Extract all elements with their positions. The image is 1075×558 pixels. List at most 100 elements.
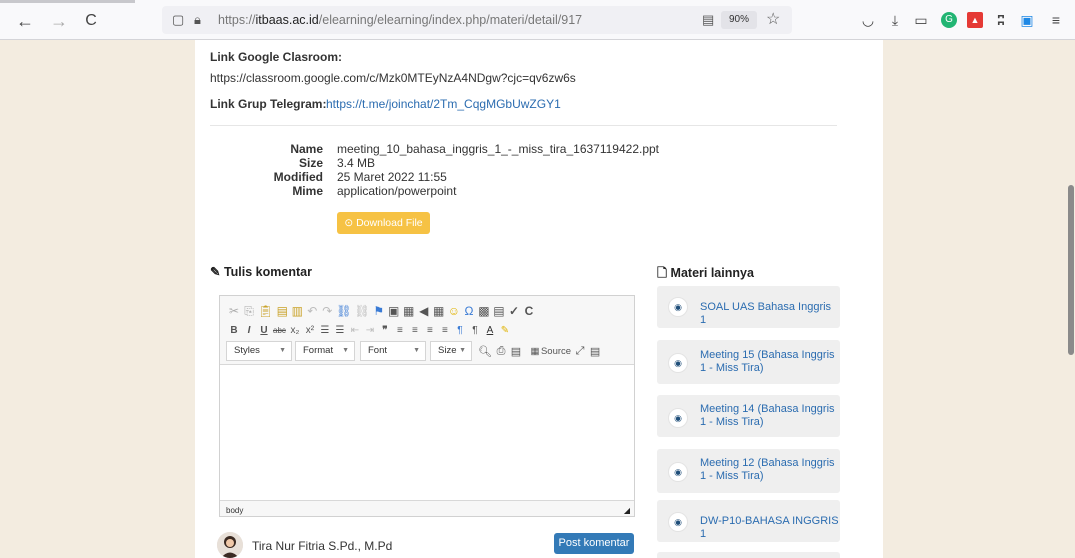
file-mime-key: Mime [292,184,323,198]
show-blocks-icon[interactable]: ▤ [589,345,601,358]
special-char-icon[interactable]: Ω [463,304,475,318]
materi-item[interactable]: ◉ Meeting 14 (Bahasa Inggris 1 - Miss Ti… [657,395,840,437]
bookmark-star-icon[interactable]: ☆ [766,9,780,29]
download-icon[interactable]: ⤓ [887,12,903,28]
classroom-url: https://classroom.google.com/c/Mzk0MTEyN… [210,71,576,85]
paste-word-icon[interactable]: ▥ [291,304,303,318]
address-bar[interactable]: ▢ 🔒︎ https://itbaas.ac.id/elearning/elea… [162,6,792,34]
back-button[interactable]: ← [14,10,36,32]
extension-blue-icon[interactable]: ▣ [1019,12,1035,28]
flash-icon[interactable]: ▦ [403,304,415,318]
reader-view-icon[interactable]: ▤ [702,12,714,28]
styles-dropdown[interactable]: Styles ▼ [226,341,292,361]
spellcheck-icon[interactable]: ✓ [508,304,520,318]
materi-item[interactable]: ◉ Meeting 15 (Bahasa Inggris 1 - Miss Ti… [657,340,840,384]
materi-section-title: 🗋︎ Materi lainnya [657,266,754,280]
zoom-badge[interactable]: 90% [721,11,757,29]
numbered-list-icon[interactable]: ☰ [319,325,331,336]
source-button[interactable]: ▦ Source [529,346,571,357]
text-color-icon[interactable]: A [484,325,496,336]
file-size-row: Size 3.4 MB [195,156,695,170]
paste-icon[interactable]: 📋︎ [258,304,273,318]
url-text[interactable]: https://itbaas.ac.id/elearning/elearning… [218,13,582,27]
outdent-icon[interactable]: ⇤ [349,325,361,336]
indent-icon[interactable]: ⇥ [364,325,376,336]
materi-item-label[interactable]: Meeting 15 (Bahasa Inggris 1 - Miss Tira… [700,349,840,375]
editor-toolbar-row-2: B I U abc x₂ x² ☰ ☰ ⇤ ⇥ ❞ ≡ ≡ ≡ ≡ ¶ ¶ A … [228,322,511,338]
materi-item[interactable]: ◉ DW-P10-BAHASA INGGRIS 1 [657,500,840,542]
format-dropdown[interactable]: Format ▼ [295,341,355,361]
materi-item-label[interactable]: SOAL UAS Bahasa Inggris 1 [700,301,840,327]
shield-icon[interactable]: ▢ [172,12,184,28]
post-comment-button[interactable]: Post komentar [554,533,634,554]
align-right-icon[interactable]: ≡ [424,325,436,336]
print-icon[interactable]: ⎙ [495,345,507,358]
screenshot-icon[interactable]: ▭ [913,12,929,28]
reload-button[interactable]: C [80,10,102,32]
underline-icon[interactable]: U [258,325,270,336]
align-left-icon[interactable]: ≡ [394,325,406,336]
materi-item-label[interactable]: DW-P10-BAHASA INGGRIS 1 [700,515,840,541]
ltr-icon[interactable]: ¶ [454,325,466,336]
paste-text-icon[interactable]: ▤ [276,304,288,318]
download-file-button[interactable]: ⊙ Download File [337,212,430,234]
telegram-label: Link Grup Telegram: [210,97,327,111]
align-justify-icon[interactable]: ≡ [439,325,451,336]
lock-icon[interactable]: 🔒︎ [194,12,201,28]
link-icon[interactable]: ⛓ [336,304,351,318]
templates-icon[interactable]: ▤ [510,345,522,358]
font-dropdown[interactable]: Font ▼ [360,341,426,361]
materi-item-label[interactable]: Meeting 14 (Bahasa Inggris 1 - Miss Tira… [700,403,840,429]
page-break-icon[interactable]: ▤ [493,304,505,318]
materi-item[interactable]: ◉ Meeting 12 (Bahasa Inggris 1 - Miss Ti… [657,449,840,493]
rtl-icon[interactable]: ¶ [469,325,481,336]
divider [210,125,837,126]
cut-icon[interactable]: ✂ [228,304,240,318]
file-mime-row: Mime application/powerpoint [195,184,695,198]
file-size-key: Size [298,156,323,170]
grammarly-icon[interactable]: G [941,12,957,28]
extension-grid-icon[interactable]: ʭ [993,12,1009,28]
file-size-value: 3.4 MB [337,156,376,170]
materi-item[interactable] [657,552,840,558]
materi-item[interactable]: ◉ SOAL UAS Bahasa Inggris 1 [657,286,840,328]
bullet-list-icon[interactable]: ☰ [334,325,346,336]
unlink-icon[interactable]: ⛓ [354,304,369,318]
copy-icon[interactable]: ⎘ [243,304,255,319]
bg-color-icon[interactable]: ✎ [499,325,511,336]
italic-icon[interactable]: I [243,325,255,336]
align-center-icon[interactable]: ≡ [409,325,421,336]
maximize-icon[interactable]: ⤢ [574,345,586,358]
anchor-flag-icon[interactable]: ⚑ [373,304,385,318]
scrollbar-thumb[interactable] [1068,185,1074,355]
comment-editor[interactable]: ✂ ⎘ 📋︎ ▤ ▥ ↶ ↷ ⛓ ⛓ ⚑ ▣ ▦ ◀ ▦ ☺ Ω ▩ ▤ ✓ C… [219,295,635,517]
audio-icon[interactable]: ◀ [418,304,430,318]
file-modified-key: Modified [273,170,323,184]
telegram-link[interactable]: https://t.me/joinchat/2Tm_CqgMGbUwZGY1 [326,97,561,111]
size-dropdown[interactable]: Size ▼ [430,341,472,361]
file-icon: 🗋︎ [657,266,668,280]
find-icon[interactable]: 🔍︎ [478,345,492,358]
resize-handle-icon[interactable]: ◢ [624,506,630,515]
strike-icon[interactable]: abc [273,326,286,335]
file-mime-value: application/powerpoint [337,184,457,198]
blockquote-icon[interactable]: ❞ [379,325,391,336]
pocket-icon[interactable]: ◡ [860,12,876,28]
scayt-icon[interactable]: C [523,304,535,318]
avatar [217,532,243,558]
undo-icon[interactable]: ↶ [306,304,318,318]
superscript-icon[interactable]: x² [304,325,316,336]
table-icon[interactable]: ▦ [433,304,445,318]
menu-icon[interactable]: ≡ [1048,12,1064,28]
iframe-icon[interactable]: ▩ [478,304,490,318]
redo-icon[interactable]: ↷ [321,304,333,318]
forward-button[interactable]: → [48,10,70,32]
editor-content-area[interactable] [220,364,634,501]
page-scrollbar[interactable] [1067,40,1075,558]
extension-red-icon[interactable]: ▲ [967,12,983,28]
smiley-icon[interactable]: ☺ [448,304,460,318]
image-icon[interactable]: ▣ [388,304,400,318]
subscript-icon[interactable]: x₂ [289,325,301,336]
materi-item-label[interactable]: Meeting 12 (Bahasa Inggris 1 - Miss Tira… [700,457,840,483]
bold-icon[interactable]: B [228,325,240,336]
